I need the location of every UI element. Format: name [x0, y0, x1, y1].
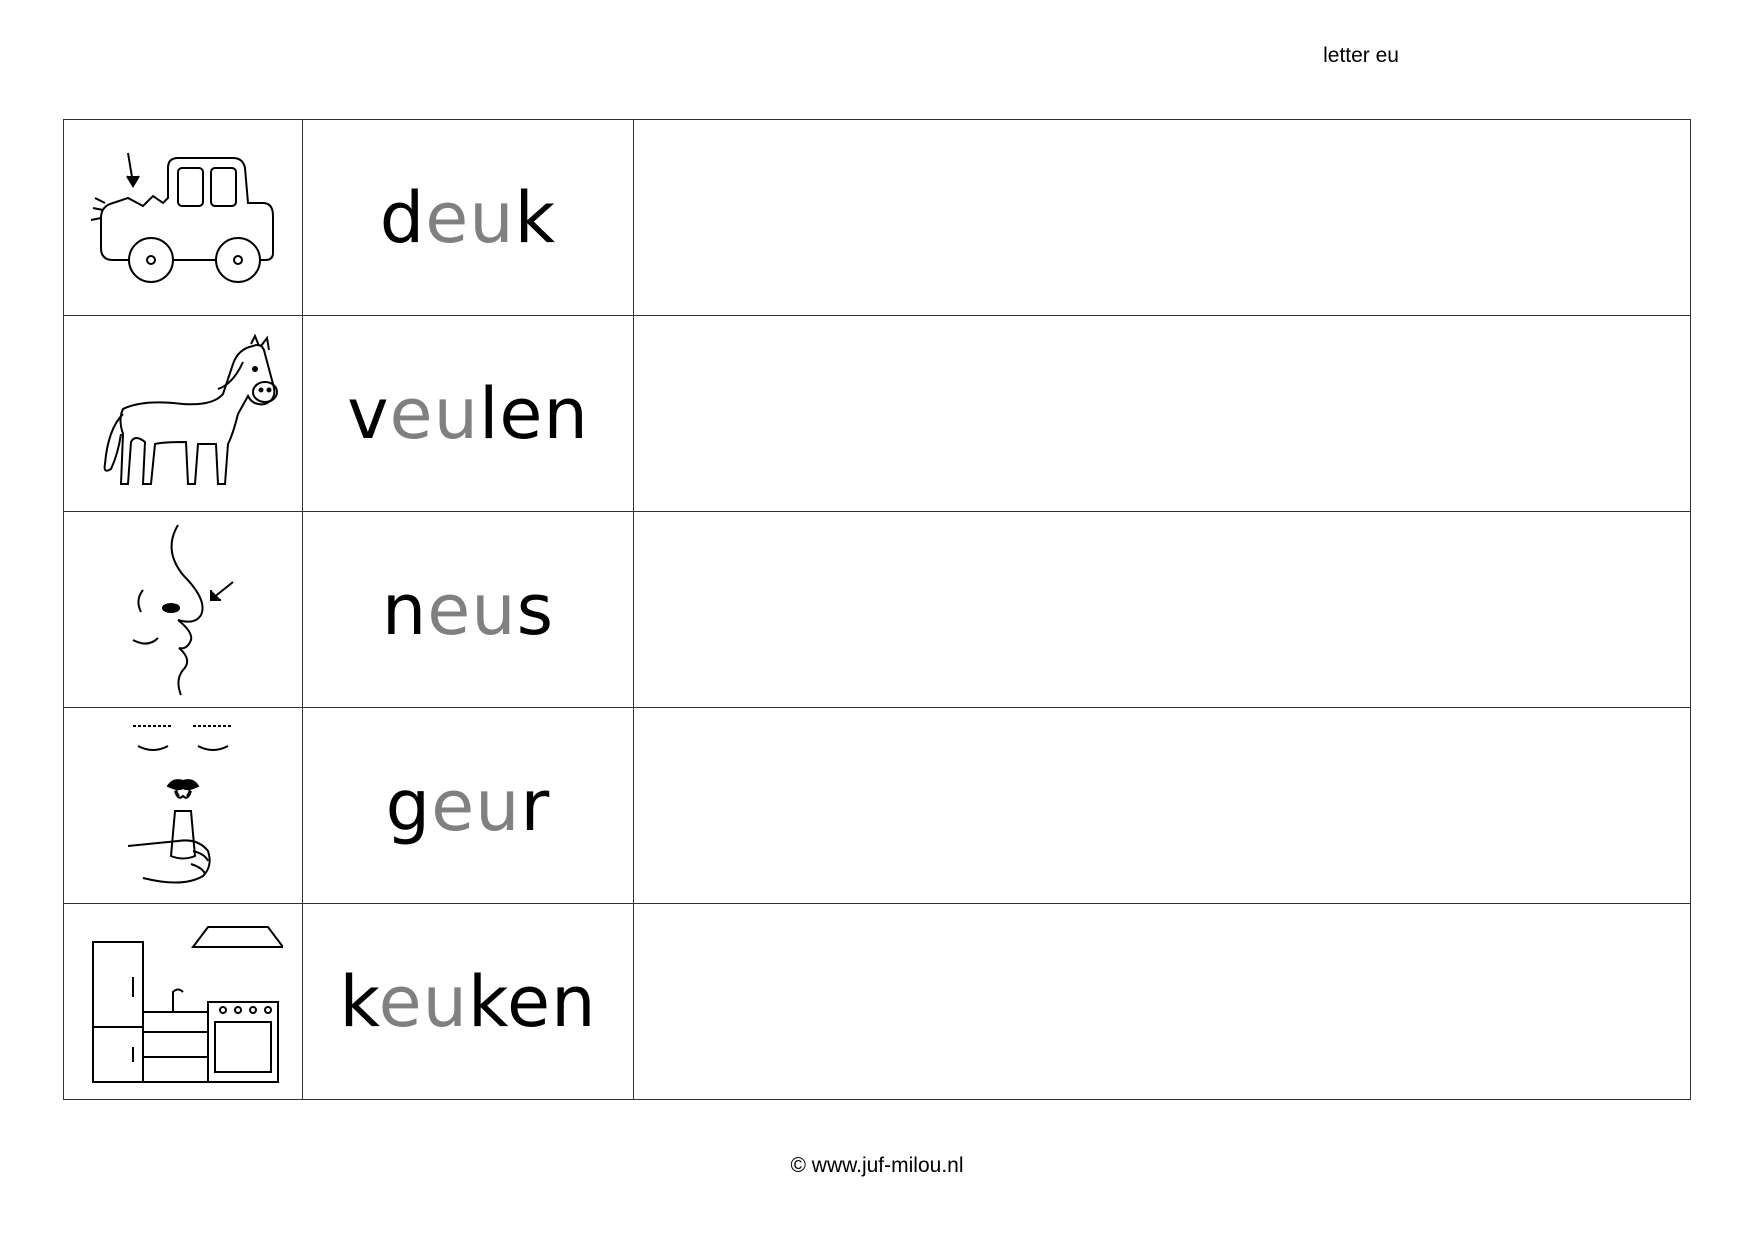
picture-cell — [63, 511, 303, 708]
word-cell: keuken — [302, 903, 634, 1100]
word-cell: neus — [302, 511, 634, 708]
word-deuk: deuk — [380, 177, 556, 259]
word-suffix: s — [516, 568, 555, 651]
word-suffix: k — [514, 176, 557, 259]
foal-icon — [103, 333, 278, 485]
smell-icon — [127, 724, 233, 883]
word-cell: geur — [302, 707, 634, 904]
word-prefix: k — [339, 960, 379, 1043]
word-suffix: len — [478, 372, 589, 455]
vowel-highlight: eu — [425, 176, 515, 259]
writing-cell[interactable] — [633, 119, 1691, 316]
word-cell: deuk — [302, 119, 634, 316]
writing-cell[interactable] — [633, 707, 1691, 904]
table-row: neus — [63, 511, 1691, 708]
vowel-highlight: eu — [378, 960, 468, 1043]
word-neus: neus — [382, 569, 554, 651]
word-table: deuk veulen neus geur keuken — [63, 119, 1691, 1100]
word-prefix: d — [379, 176, 426, 259]
word-keuken: keuken — [340, 961, 597, 1043]
vowel-highlight: eu — [427, 568, 517, 651]
word-suffix: ken — [468, 960, 597, 1043]
picture-cell — [63, 119, 303, 316]
worksheet-title: letter eu — [1323, 44, 1399, 67]
word-veulen: veulen — [347, 373, 589, 455]
writing-cell[interactable] — [633, 315, 1691, 512]
table-row: veulen — [63, 315, 1691, 512]
writing-cell[interactable] — [633, 511, 1691, 708]
table-row: deuk — [63, 119, 1691, 316]
vowel-highlight: eu — [431, 764, 521, 847]
table-row: geur — [63, 707, 1691, 904]
table-row: keuken — [63, 903, 1691, 1100]
word-cell: veulen — [302, 315, 634, 512]
word-prefix: n — [381, 568, 428, 651]
car-dent-icon — [90, 152, 274, 283]
word-geur: geur — [386, 765, 551, 847]
nose-icon — [132, 523, 234, 695]
word-prefix: v — [347, 372, 390, 455]
kitchen-icon — [92, 925, 283, 1083]
word-suffix: r — [520, 764, 551, 847]
picture-cell — [63, 707, 303, 904]
copyright-footer: © www.juf-milou.nl — [790, 1154, 964, 1177]
vowel-highlight: eu — [389, 372, 479, 455]
writing-cell[interactable] — [633, 903, 1691, 1100]
word-prefix: g — [385, 764, 432, 847]
picture-cell — [63, 315, 303, 512]
picture-cell — [63, 903, 303, 1100]
